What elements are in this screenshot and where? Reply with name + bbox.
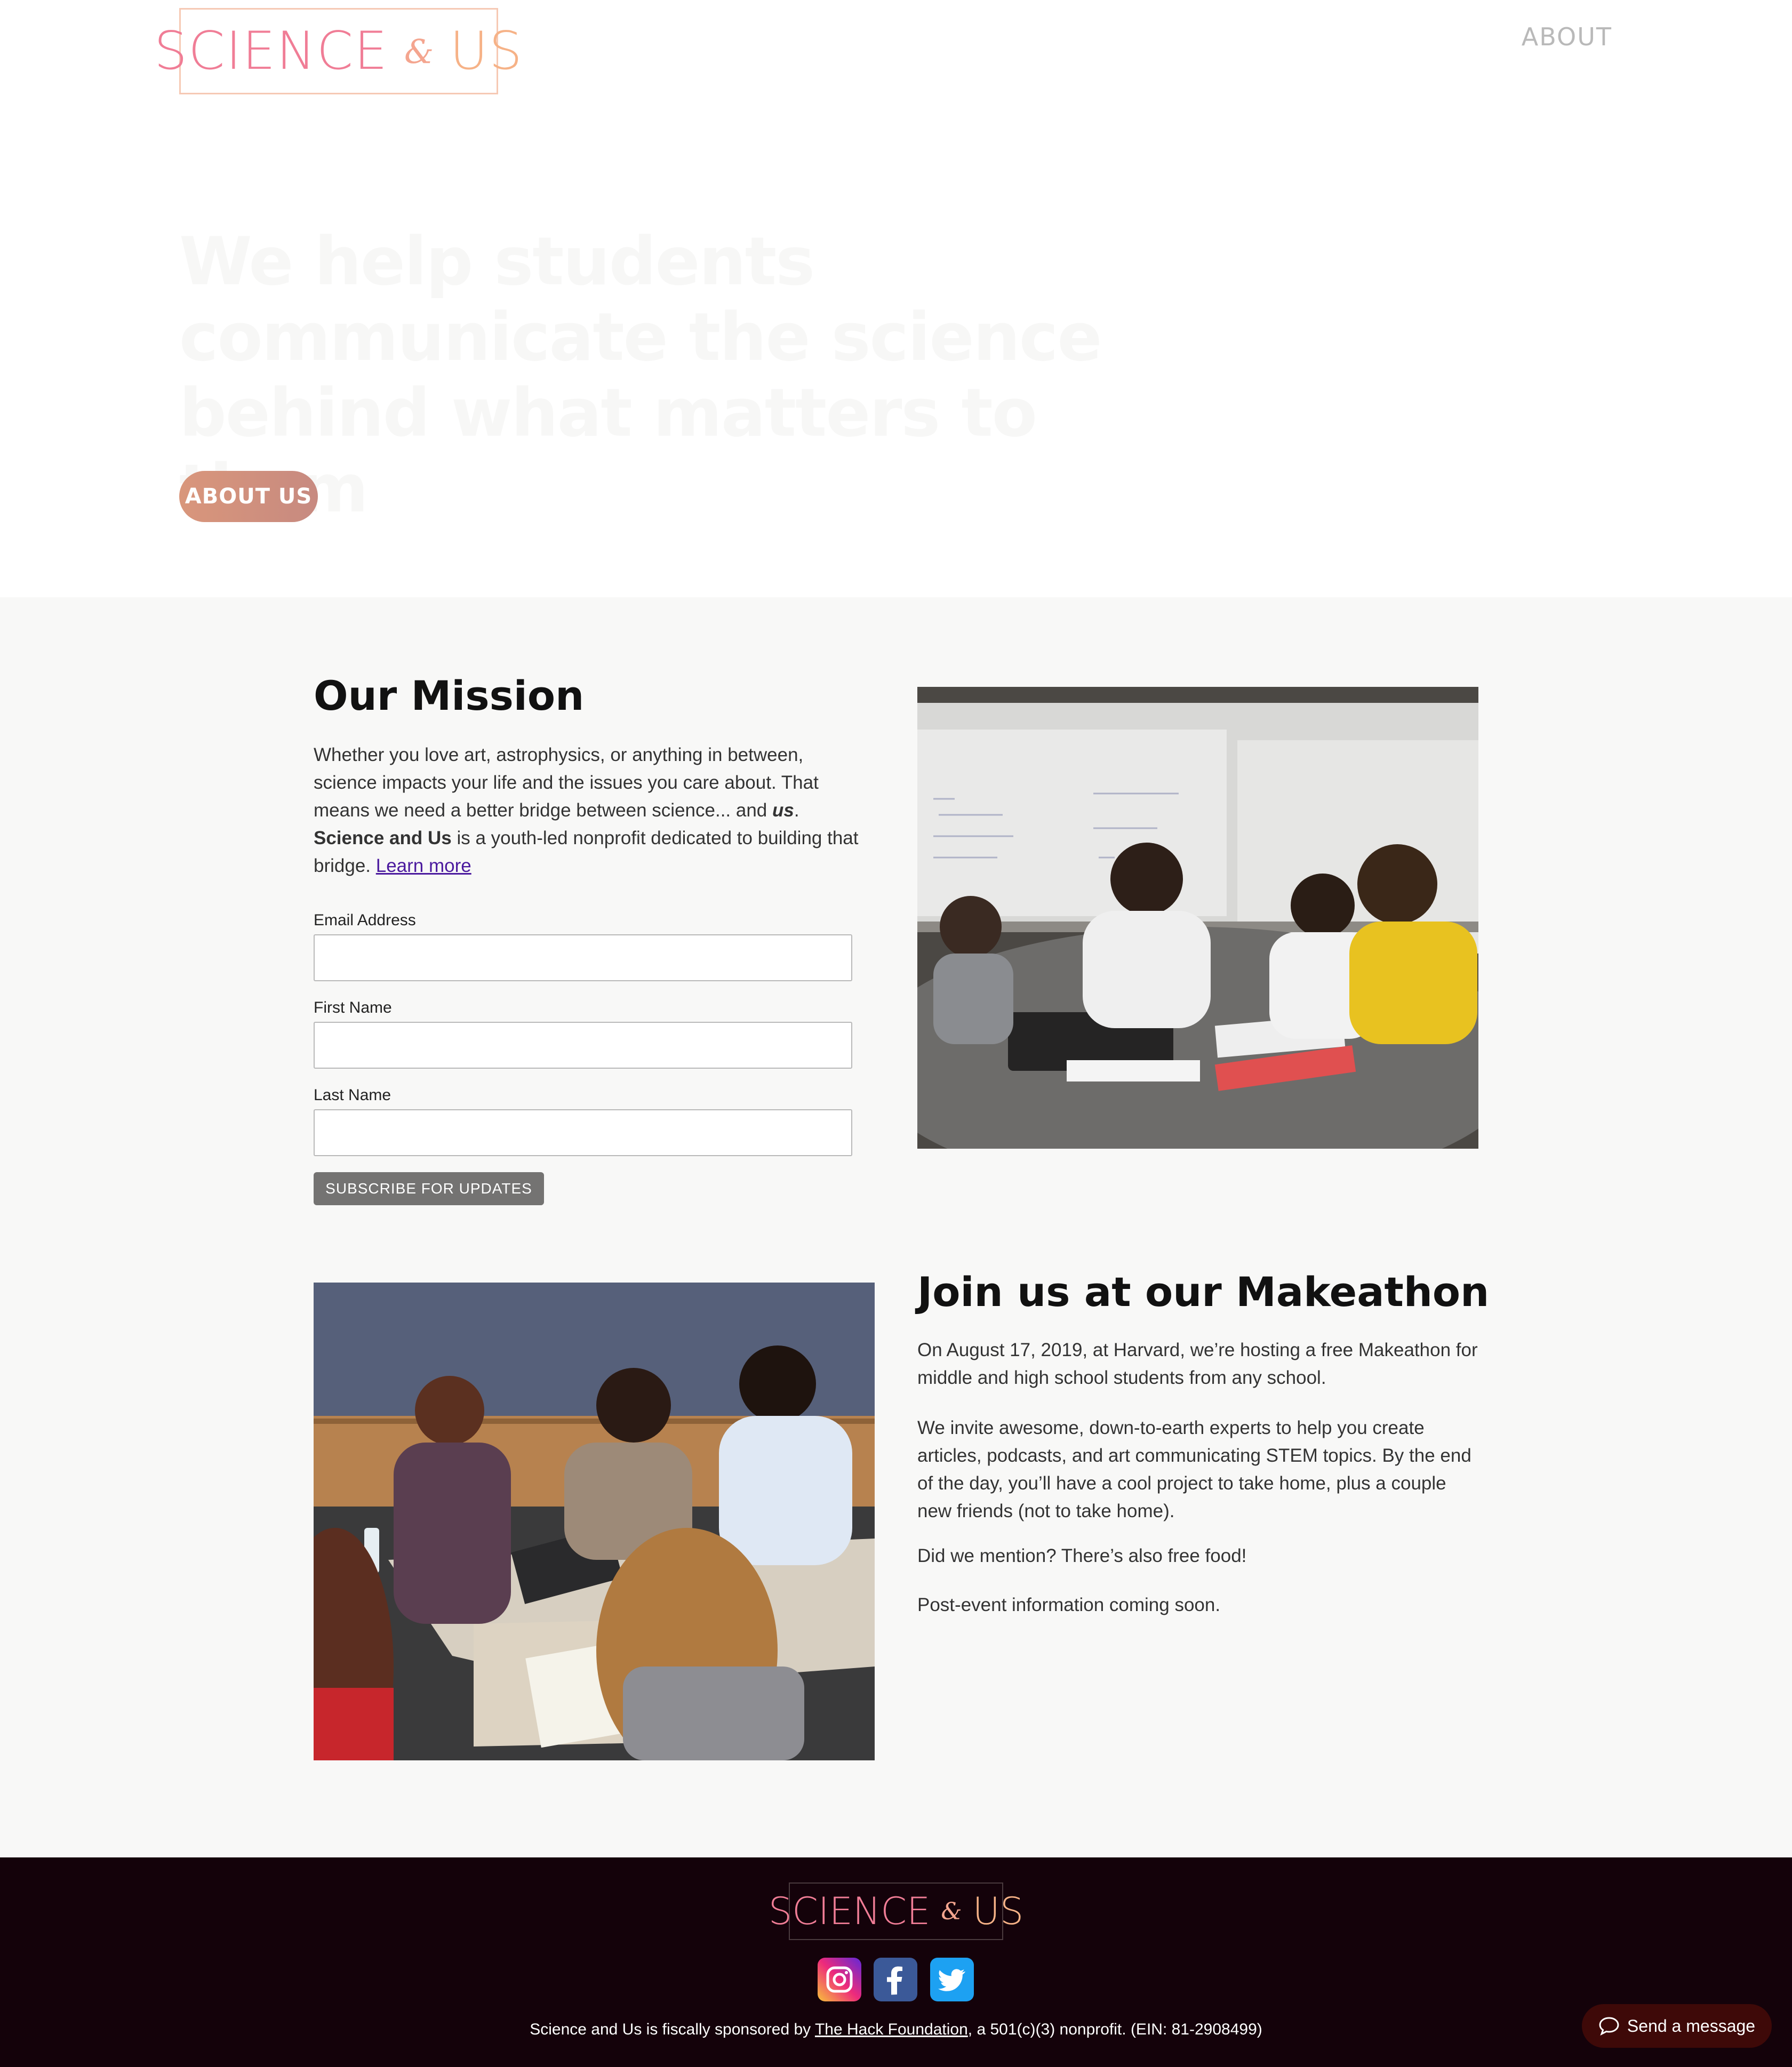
mission-text-part: Whether you love art, astrophysics, or a… (314, 744, 819, 821)
makeathon-photo (314, 1283, 875, 1760)
instagram-icon[interactable] (818, 1958, 861, 2001)
logo-ampersand: & (404, 31, 435, 71)
email-label: Email Address (314, 911, 416, 929)
about-us-button[interactable]: ABOUT US (179, 471, 318, 522)
last-name-field[interactable] (314, 1109, 852, 1156)
makeathon-paragraph: We invite awesome, down-to-earth experts… (917, 1417, 1471, 1521)
twitter-icon[interactable] (930, 1958, 974, 2001)
subscribe-button[interactable]: SUBSCRIBE FOR UPDATES (314, 1172, 544, 1205)
makeathon-paragraph: Did we mention? There’s also free food! (917, 1545, 1247, 1566)
footer-text-part: Science and Us is fiscally sponsored by (530, 2021, 815, 2038)
site-logo[interactable]: SCIENCE & US (154, 8, 522, 94)
learn-more-link[interactable]: Learn more (376, 855, 471, 876)
makeathon-title: Join us at our Makeathon (917, 1268, 1490, 1316)
last-name-label: Last Name (314, 1086, 391, 1104)
hero-title: We help students communicate the science… (179, 223, 1102, 527)
main-section: Our Mission Whether you love art, astrop… (0, 597, 1792, 1857)
first-name-field[interactable] (314, 1022, 852, 1069)
logo-ampersand: & (941, 1897, 962, 1925)
first-name-label: First Name (314, 999, 392, 1016)
mission-photo (917, 687, 1478, 1149)
makeathon-paragraph: Post-event information coming soon. (917, 1595, 1221, 1615)
logo-us-text: US (972, 1889, 1024, 1933)
mission-title: Our Mission (314, 672, 585, 719)
makeathon-paragraph: On August 17, 2019, at Harvard, we’re ho… (917, 1340, 1478, 1388)
mission-text-part: . (794, 800, 799, 821)
classroom-photo-illustration (917, 687, 1478, 1149)
mission-text-us: us (772, 800, 794, 821)
footer-logo[interactable]: SCIENCE & US (769, 1882, 1023, 1940)
site-header: SCIENCE & US ABOUT (0, 0, 1792, 117)
mission-text: Whether you love art, astrophysics, or a… (314, 741, 868, 880)
chat-bubble-icon (1599, 2017, 1619, 2036)
email-field[interactable] (314, 934, 852, 981)
site-footer: SCIENCE & US Science and Us is fiscally … (0, 1857, 1792, 2067)
students-photo-illustration (314, 1283, 875, 1760)
chat-label: Send a message (1627, 2016, 1756, 2036)
logo-science-text: SCIENCE (154, 21, 388, 82)
facebook-glyph (887, 1966, 902, 1995)
footer-text-part: , a 501(c)(3) nonprofit. (EIN: 81-290849… (967, 2021, 1262, 2038)
send-message-button[interactable]: Send a message (1582, 2004, 1772, 2048)
hack-foundation-link[interactable]: The Hack Foundation (815, 2021, 968, 2038)
org-name: Science and Us (314, 828, 452, 848)
facebook-icon[interactable] (874, 1958, 917, 2001)
instagram-glyph (826, 1966, 853, 1993)
footer-sponsor-text: Science and Us is fiscally sponsored by … (0, 2021, 1792, 2039)
logo-us-text: US (450, 21, 524, 82)
logo-science-text: SCIENCE (768, 1889, 931, 1933)
twitter-glyph (938, 1969, 965, 1991)
nav-about-link[interactable]: ABOUT (1522, 22, 1612, 51)
